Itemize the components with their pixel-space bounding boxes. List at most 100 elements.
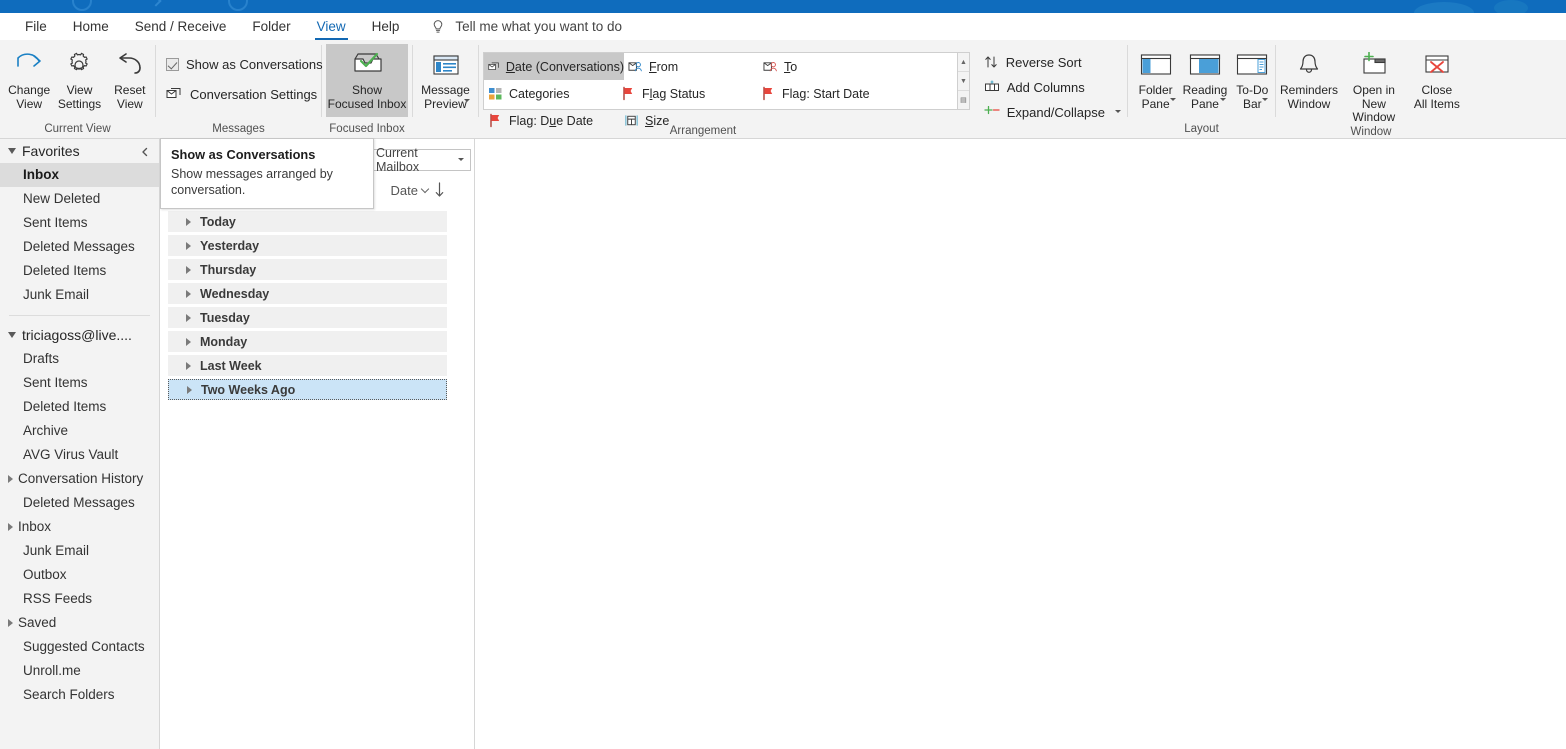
reset-view-button[interactable]: Reset View bbox=[105, 44, 155, 114]
arrangement-from[interactable]: From bbox=[624, 53, 759, 80]
change-view-button[interactable]: Change View bbox=[4, 44, 54, 114]
quick-access-undo-icon[interactable] bbox=[72, 0, 92, 11]
arrangement-flag-status[interactable]: Flag Status bbox=[617, 80, 757, 107]
reading-pane-button[interactable]: Reading Pane bbox=[1180, 44, 1229, 114]
sidebar-item-favorites-deleted-messages[interactable]: Deleted Messages bbox=[0, 235, 159, 259]
sidebar-item-favorites-new-deleted[interactable]: New Deleted bbox=[0, 187, 159, 211]
chevron-collapsed-icon[interactable] bbox=[186, 361, 191, 370]
chevron-collapsed-icon[interactable] bbox=[186, 265, 191, 274]
favorites-group-header[interactable]: Favorites bbox=[0, 139, 159, 163]
view-settings-button[interactable]: View Settings bbox=[54, 44, 104, 114]
add-columns-button[interactable]: Add Columns bbox=[978, 75, 1127, 99]
ribbon: Change View View Settings Reset View Cur… bbox=[0, 40, 1566, 139]
sidebar-item-junk-email[interactable]: Junk Email bbox=[0, 539, 159, 563]
arrangement-categories[interactable]: Categories bbox=[484, 80, 617, 107]
sidebar-item-outbox[interactable]: Outbox bbox=[0, 563, 159, 587]
sidebar-item-inbox[interactable]: Inbox bbox=[0, 515, 159, 539]
gallery-scroll-up-button[interactable]: ▲ bbox=[958, 53, 969, 72]
reset-view-label: Reset View bbox=[114, 83, 146, 111]
window-controls-ghost-left bbox=[1414, 2, 1474, 13]
date-group-monday[interactable]: Monday bbox=[168, 331, 447, 352]
folder-pane-button[interactable]: Folder Pane bbox=[1131, 44, 1180, 114]
date-group-label: Last Week bbox=[200, 358, 262, 373]
sidebar-item-favorites-junk-email[interactable]: Junk Email bbox=[0, 283, 159, 307]
conversation-settings-icon bbox=[166, 87, 181, 98]
quick-access-send-receive-icon[interactable] bbox=[150, 0, 162, 7]
chevron-collapsed-icon[interactable] bbox=[8, 523, 13, 531]
chevron-collapsed-icon[interactable] bbox=[8, 475, 13, 483]
show-as-conversations-checkbox[interactable]: Show as Conversations bbox=[160, 52, 329, 76]
sidebar-item-unroll-me[interactable]: Unroll.me bbox=[0, 659, 159, 683]
chevron-down-icon bbox=[463, 99, 470, 102]
date-group-thursday[interactable]: Thursday bbox=[168, 259, 447, 280]
gallery-scroll-down-button[interactable]: ▼ bbox=[958, 72, 969, 91]
date-group-wednesday[interactable]: Wednesday bbox=[168, 283, 447, 304]
reverse-sort-button[interactable]: Reverse Sort bbox=[978, 50, 1127, 74]
sidebar-item-favorites-sent-items[interactable]: Sent Items bbox=[0, 211, 159, 235]
chevron-collapsed-icon[interactable] bbox=[186, 217, 191, 226]
date-group-yesterday[interactable]: Yesterday bbox=[168, 235, 447, 256]
window-controls-ghost-right bbox=[1494, 0, 1528, 13]
gallery-more-button[interactable]: ▤ bbox=[958, 91, 968, 109]
close-all-items-button[interactable]: Close All Items bbox=[1408, 44, 1466, 114]
chevron-collapsed-icon[interactable] bbox=[186, 337, 191, 346]
date-group-tuesday[interactable]: Tuesday bbox=[168, 307, 447, 328]
show-focused-inbox-label: Show Focused Inbox bbox=[327, 83, 407, 111]
tab-help[interactable]: Help bbox=[359, 13, 413, 40]
tab-folder[interactable]: Folder bbox=[239, 13, 303, 40]
search-scope-dropdown[interactable]: Current Mailbox bbox=[369, 146, 471, 174]
date-group-last-week[interactable]: Last Week bbox=[168, 355, 447, 376]
change-view-label: Change View bbox=[8, 83, 51, 111]
open-in-new-window-button[interactable]: Open in New Window bbox=[1340, 44, 1408, 125]
add-columns-label: Add Columns bbox=[1006, 79, 1085, 95]
sidebar-item-saved[interactable]: Saved bbox=[0, 611, 159, 635]
message-preview-button[interactable]: Message Preview bbox=[415, 44, 477, 114]
sidebar-item-archive[interactable]: Archive bbox=[0, 419, 159, 443]
date-group-today[interactable]: Today bbox=[168, 211, 447, 232]
gear-icon bbox=[64, 49, 94, 81]
sort-direction-button[interactable] bbox=[433, 181, 446, 203]
arrangement-to[interactable]: To bbox=[759, 53, 895, 80]
sidebar-item-rss-feeds[interactable]: RSS Feeds bbox=[0, 587, 159, 611]
chevron-collapsed-icon[interactable] bbox=[186, 289, 191, 298]
tab-send-receive[interactable]: Send / Receive bbox=[122, 13, 240, 40]
arrangement-date-conversations-label: Date (Conversations) bbox=[505, 59, 624, 74]
chevron-collapsed-icon[interactable] bbox=[186, 313, 191, 322]
date-group-two-weeks-ago[interactable]: Two Weeks Ago bbox=[168, 379, 447, 400]
sidebar-item-sent-items[interactable]: Sent Items bbox=[0, 371, 159, 395]
chevron-collapsed-icon[interactable] bbox=[187, 385, 192, 394]
sidebar-item-search-folders[interactable]: Search Folders bbox=[0, 683, 159, 707]
tab-file[interactable]: File bbox=[12, 13, 60, 40]
arrangement-date-conversations[interactable]: Date (Conversations) bbox=[484, 53, 624, 80]
sidebar-item-deleted-items[interactable]: Deleted Items bbox=[0, 395, 159, 419]
tab-view[interactable]: View bbox=[304, 13, 359, 40]
folder-pane-icon bbox=[1139, 49, 1173, 81]
sidebar-item-suggested-contacts[interactable]: Suggested Contacts bbox=[0, 635, 159, 659]
tell-me-search[interactable]: Tell me what you want to do bbox=[430, 13, 622, 40]
sort-by-dropdown[interactable]: Date bbox=[391, 183, 430, 198]
expand-collapse-button[interactable]: Expand/Collapse bbox=[978, 100, 1127, 124]
chevron-collapsed-icon[interactable] bbox=[8, 619, 13, 627]
collapse-folder-pane-button[interactable] bbox=[139, 145, 151, 157]
reminders-window-button[interactable]: Reminders Window bbox=[1278, 44, 1340, 114]
tab-home[interactable]: Home bbox=[60, 13, 122, 40]
sidebar-item-conversation-history[interactable]: Conversation History bbox=[0, 467, 159, 491]
chevron-down-icon bbox=[458, 158, 464, 161]
close-all-items-label: Close All Items bbox=[1413, 83, 1460, 111]
sidebar-item-drafts[interactable]: Drafts bbox=[0, 347, 159, 371]
sidebar-item-deleted-messages[interactable]: Deleted Messages bbox=[0, 491, 159, 515]
to-do-bar-button[interactable]: To-Do Bar bbox=[1230, 44, 1275, 114]
quick-access-redo-icon[interactable] bbox=[228, 0, 248, 11]
tooltip-show-as-conversations: Show as Conversations Show messages arra… bbox=[160, 138, 374, 209]
sidebar-item-favorites-inbox[interactable]: Inbox bbox=[0, 163, 159, 187]
chevron-collapsed-icon[interactable] bbox=[186, 241, 191, 250]
chevron-down-icon bbox=[420, 184, 430, 194]
sidebar-item-avg-virus-vault[interactable]: AVG Virus Vault bbox=[0, 443, 159, 467]
conversation-settings-button[interactable]: Conversation Settings bbox=[160, 82, 339, 106]
chevron-down-icon bbox=[1262, 98, 1269, 101]
arrangement-flag-start-date[interactable]: Flag: Start Date bbox=[757, 80, 892, 107]
show-focused-inbox-button[interactable]: Show Focused Inbox bbox=[326, 44, 408, 117]
sidebar-item-favorites-deleted-items[interactable]: Deleted Items bbox=[0, 259, 159, 283]
arrangement-gallery-scrollbar[interactable]: ▲ ▼ ▤ bbox=[958, 52, 970, 110]
account-group-header[interactable]: triciagoss@live.... bbox=[0, 323, 159, 347]
